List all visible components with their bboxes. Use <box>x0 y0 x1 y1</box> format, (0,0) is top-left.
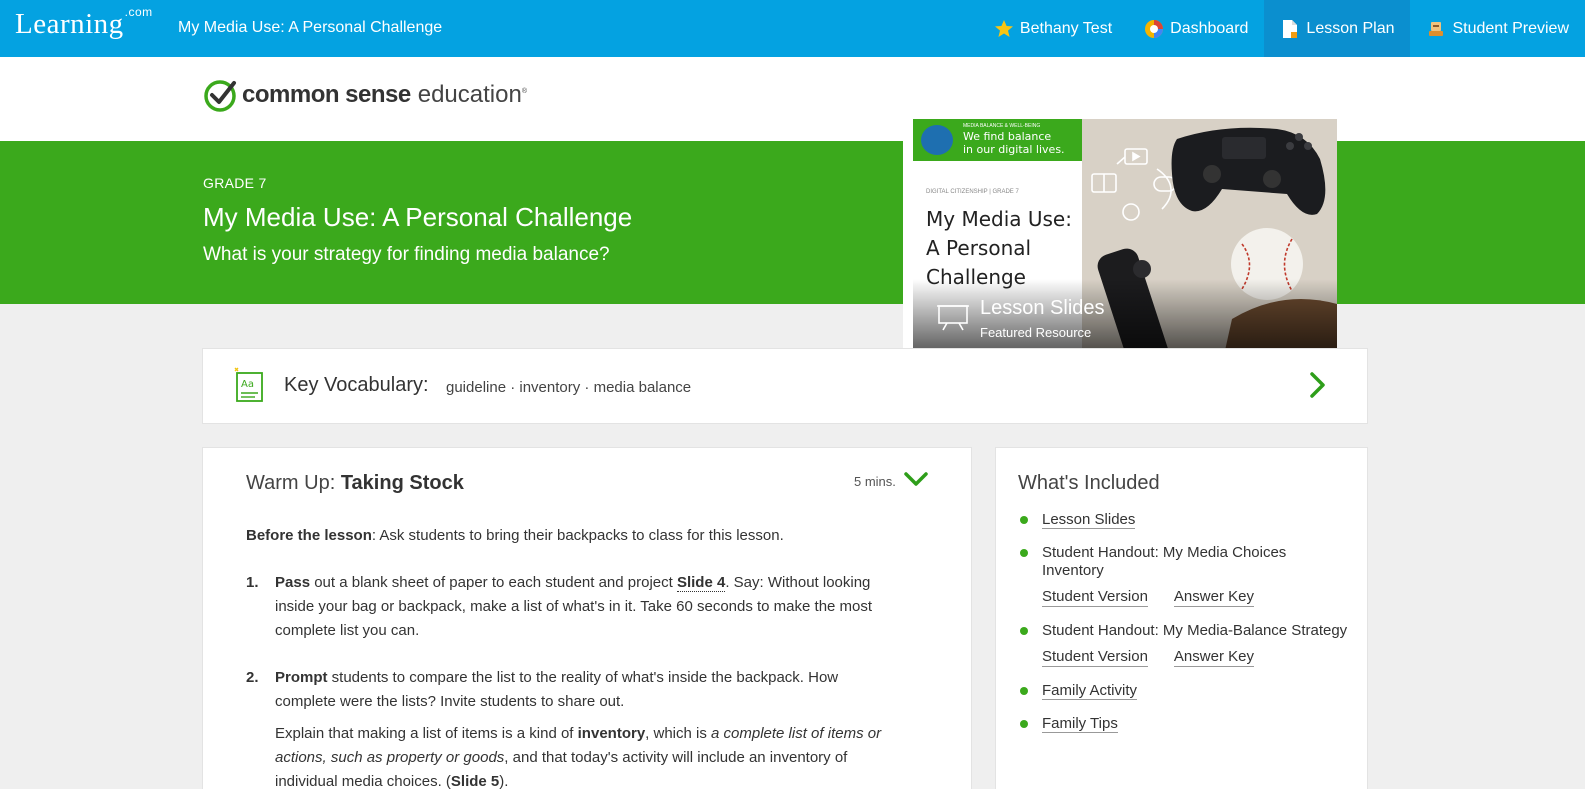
slide-banner-line2: in our digital lives. <box>963 143 1065 156</box>
chevron-right-icon[interactable] <box>1309 371 1327 404</box>
vocabulary-icon: Aa <box>233 367 267 408</box>
before-lesson-text: : Ask students to bring their backpacks … <box>371 527 784 544</box>
learning-logo[interactable]: Learning.com <box>15 5 153 41</box>
slide-5-link[interactable]: Slide 5 <box>450 773 500 789</box>
student-version-link[interactable]: Student Version <box>1042 588 1148 607</box>
lesson-subtitle: What is your strategy for finding media … <box>203 244 610 265</box>
warm-up-duration: 5 mins. <box>854 474 896 489</box>
document-icon <box>1280 19 1300 39</box>
star-icon <box>994 19 1014 39</box>
list-item: Student Handout: My Media Choices Invent… <box>1018 544 1348 607</box>
vocab-term: inventory <box>577 725 646 742</box>
list-item: Family Tips <box>1018 715 1348 733</box>
featured-resource-title: Lesson Slides <box>980 297 1105 319</box>
before-lesson-label: Before the lesson <box>246 527 372 544</box>
nav-student-preview-label: Student Preview <box>1452 19 1569 37</box>
slide-4-link[interactable]: Slide 4 <box>676 574 726 592</box>
key-vocabulary-bar[interactable]: Aa Key Vocabulary: guideline · inventory… <box>202 348 1368 424</box>
step-verb: Prompt <box>275 669 328 686</box>
bullet-icon <box>1020 627 1028 635</box>
handout-links: Student Version Answer Key <box>1042 648 1348 667</box>
explain-text: Explain that making a list of items is a… <box>275 725 578 742</box>
slide-title-line2: A Personal <box>926 236 1032 260</box>
brand-text: Learning <box>15 8 124 40</box>
warm-up-body: Before the lesson: Ask students to bring… <box>246 524 886 789</box>
student-version-link[interactable]: Student Version <box>1042 648 1148 667</box>
step-explanation: Explain that making a list of items is a… <box>275 722 886 789</box>
warm-up-prefix: Warm Up: <box>246 472 341 494</box>
nav-lesson-plan[interactable]: Lesson Plan <box>1264 0 1411 57</box>
whats-included-title: What's Included <box>1018 472 1160 494</box>
warm-up-section: Warm Up: Taking Stock 5 mins. Before the… <box>202 447 972 789</box>
list-item: Student Handout: My Media-Balance Strate… <box>1018 622 1348 667</box>
featured-resource-card[interactable]: MEDIA BALANCE & WELL-BEING We find balan… <box>903 119 1337 364</box>
whats-included-panel: What's Included Lesson Slides Student Ha… <box>995 447 1368 789</box>
slide-banner-small: MEDIA BALANCE & WELL-BEING <box>963 123 1041 129</box>
nav-profile[interactable]: Bethany Test <box>978 0 1128 57</box>
handout-title: Student Handout: My Media Choices Invent… <box>1042 544 1287 579</box>
lesson-title: My Media Use: A Personal Challenge <box>203 202 633 232</box>
dashboard-icon <box>1144 19 1164 39</box>
explain-text: , which is <box>645 725 712 742</box>
device-icon <box>921 125 953 155</box>
warm-up-title: Taking Stock <box>340 472 464 494</box>
logo-strip: common sense education® <box>0 57 1585 141</box>
included-list: Lesson Slides Student Handout: My Media … <box>1018 511 1348 748</box>
logo-reg-mark: ® <box>521 88 527 95</box>
handout-title: Student Handout: My Media-Balance Strate… <box>1042 622 1348 639</box>
family-tips-link[interactable]: Family Tips <box>1042 715 1118 733</box>
step-text: students to compare the list to the real… <box>275 669 839 710</box>
app-title: My Media Use: A Personal Challenge <box>178 19 443 36</box>
slide-banner-line1: We find balance <box>963 130 1052 143</box>
bullet-icon <box>1020 549 1028 557</box>
list-item: Family Activity <box>1018 682 1348 700</box>
warm-up-heading: Warm Up: Taking Stock <box>246 472 464 495</box>
nav-lesson-plan-label: Lesson Plan <box>1306 19 1395 37</box>
key-vocabulary-label: Key Vocabulary: <box>284 374 429 396</box>
logo-common-sense: common sense <box>242 81 411 108</box>
svg-text:Aa: Aa <box>241 379 254 390</box>
nav-dashboard-label: Dashboard <box>1170 19 1249 37</box>
warm-up-step: 1. Pass out a blank sheet of paper to ea… <box>246 571 886 643</box>
nav-links: Bethany Test Dashboard Lesson Plan Stude… <box>978 0 1585 57</box>
handout-links: Student Version Answer Key <box>1042 588 1348 607</box>
explain-text: ). <box>499 773 509 789</box>
nav-dashboard[interactable]: Dashboard <box>1128 0 1264 57</box>
chevron-down-icon[interactable] <box>903 470 929 493</box>
slide-banner-text: We find balance in our digital lives. <box>963 130 1065 156</box>
grade-label: GRADE 7 <box>203 175 267 191</box>
top-nav: Learning.com My Media Use: A Personal Ch… <box>0 0 1585 57</box>
presentation-icon <box>937 303 969 336</box>
featured-resource-subtitle: Featured Resource <box>980 325 1092 340</box>
slide-banner: MEDIA BALANCE & WELL-BEING We find balan… <box>913 119 1082 161</box>
logo-education: education® <box>418 81 527 109</box>
lesson-hero: GRADE 7 My Media Use: A Personal Challen… <box>0 141 1585 304</box>
checkmark-logo-icon <box>204 80 236 112</box>
warm-up-step: 2. Prompt students to compare the list t… <box>246 666 886 789</box>
student-icon <box>1426 19 1446 39</box>
key-vocabulary-terms: guideline · inventory · media balance <box>446 379 692 396</box>
before-lesson-note: Before the lesson: Ask students to bring… <box>246 524 886 548</box>
lesson-slides-link[interactable]: Lesson Slides <box>1042 511 1136 529</box>
list-item: Lesson Slides <box>1018 511 1348 529</box>
step-verb: Pass <box>275 574 311 591</box>
bullet-icon <box>1020 687 1028 695</box>
featured-resource-thumbnail: MEDIA BALANCE & WELL-BEING We find balan… <box>913 119 1337 364</box>
slide-title-line1: My Media Use: <box>926 207 1072 231</box>
slide-category: DIGITAL CITIZENSHIP | GRADE 7 <box>926 189 1019 195</box>
nav-profile-label: Bethany Test <box>1019 19 1113 37</box>
answer-key-link[interactable]: Answer Key <box>1173 588 1254 607</box>
bullet-icon <box>1020 720 1028 728</box>
logo-education-text: education <box>417 81 522 108</box>
common-sense-logo[interactable]: common sense education® <box>203 78 527 112</box>
step-text: out a blank sheet of paper to each stude… <box>310 574 677 591</box>
step-number: 2. <box>246 669 259 686</box>
step-number: 1. <box>246 574 259 591</box>
family-activity-link[interactable]: Family Activity <box>1042 682 1138 700</box>
answer-key-link[interactable]: Answer Key <box>1173 648 1254 667</box>
bullet-icon <box>1020 516 1028 524</box>
brand-sup: .com <box>124 5 153 20</box>
nav-student-preview[interactable]: Student Preview <box>1410 0 1585 57</box>
